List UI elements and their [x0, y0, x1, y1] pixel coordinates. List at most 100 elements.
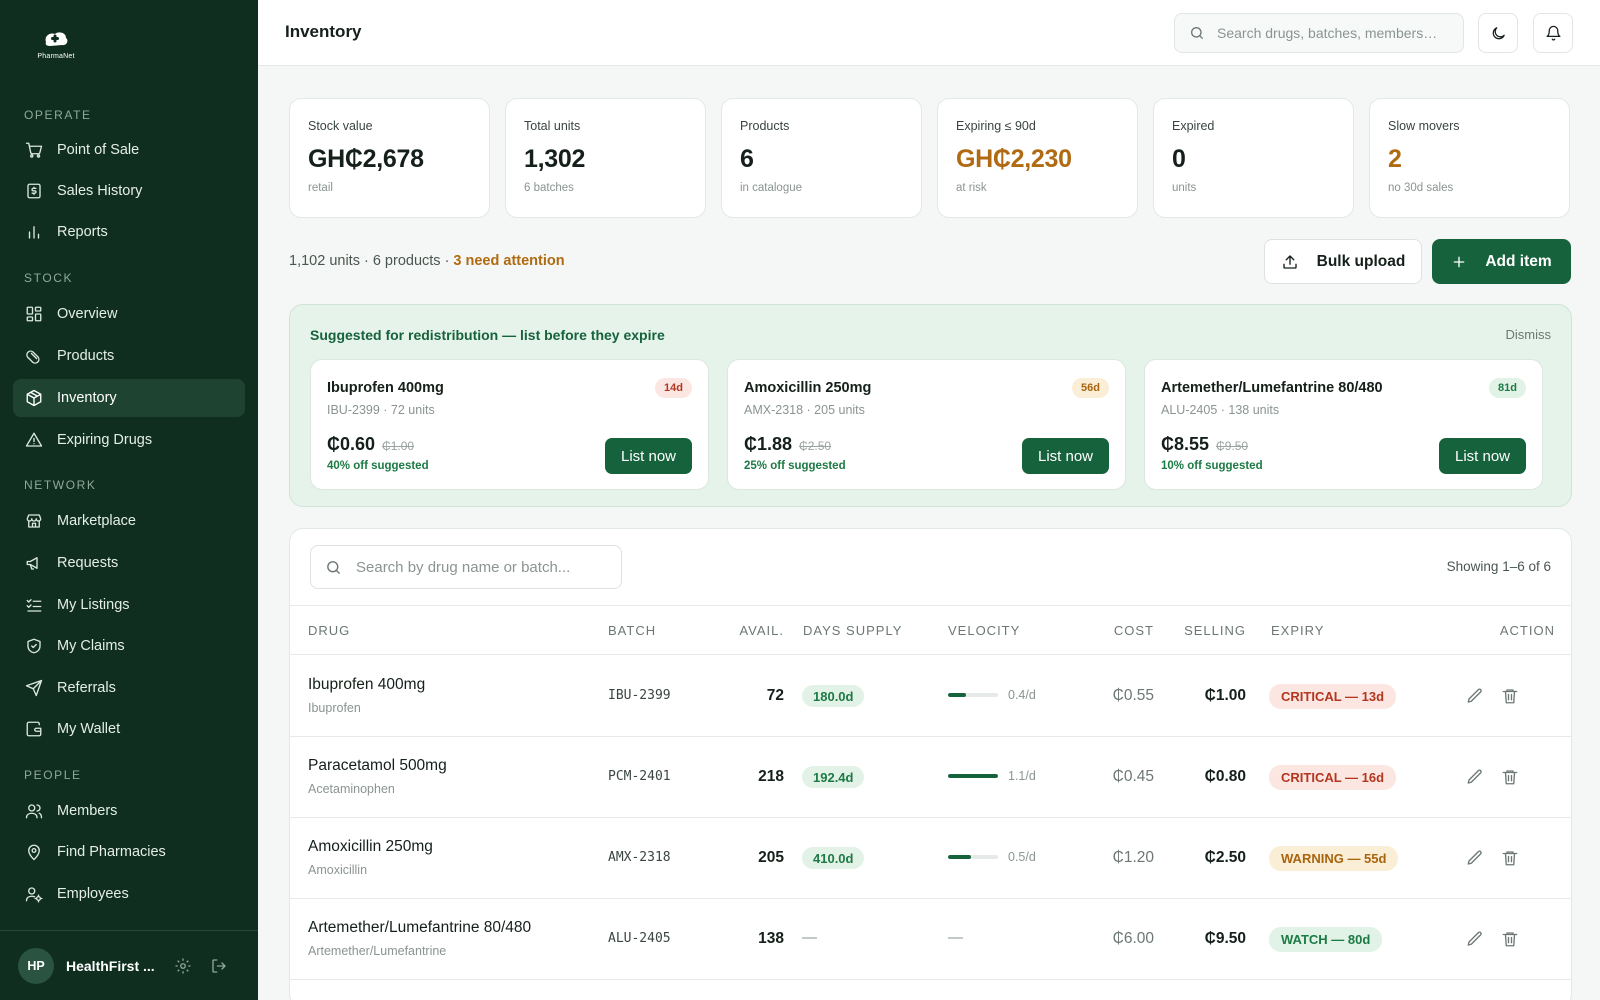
column-header-velocity[interactable]: VELOCITY — [948, 623, 1020, 638]
global-search[interactable] — [1174, 13, 1464, 53]
sidebar-item-expiring-drugs[interactable]: Expiring Drugs — [13, 421, 245, 459]
map-pin-icon — [28, 844, 40, 861]
sidebar-item-marketplace[interactable]: Marketplace — [13, 502, 245, 540]
available-units: 205 — [758, 849, 784, 866]
sidebar: PharmaNet OPERATE Point of Sale Sales Hi… — [0, 0, 258, 1000]
table-search-input[interactable] — [356, 558, 616, 576]
stat-label: Products — [740, 119, 790, 133]
stat-card-expired: Expired 0 units — [1153, 98, 1354, 218]
table-search[interactable] — [310, 545, 622, 589]
warning-icon — [25, 432, 43, 447]
batch-code: ALU-2405 — [608, 931, 671, 946]
pagination-info: Showing 1–6 of 6 — [1446, 559, 1551, 574]
stat-label: Slow movers — [1388, 119, 1460, 133]
sidebar-item-my-listings[interactable]: My Listings — [13, 586, 245, 624]
global-search-input[interactable] — [1217, 25, 1457, 41]
sidebar-item-label: Employees — [57, 886, 129, 902]
drug-generic-name: Acetaminophen — [308, 782, 395, 796]
sidebar-item-requests[interactable]: Requests — [13, 544, 245, 582]
delete-button[interactable] — [1501, 768, 1519, 786]
dismiss-button[interactable]: Dismiss — [1506, 327, 1552, 342]
list-now-button[interactable]: List now — [1439, 438, 1526, 474]
sidebar-item-members[interactable]: Members — [13, 792, 245, 830]
notifications-button[interactable] — [1533, 13, 1573, 53]
stat-label: Stock value — [308, 119, 373, 133]
column-header-expiry[interactable]: EXPIRY — [1271, 623, 1324, 638]
sidebar-item-label: My Wallet — [57, 721, 121, 737]
velocity-rate: 0.4/d — [1008, 688, 1036, 702]
list-now-button[interactable]: List now — [605, 438, 692, 474]
table-row[interactable]: Paracetamol 500mg Acetaminophen PCM-2401 21… — [290, 737, 1571, 818]
column-header-avail[interactable]: AVAIL. — [739, 623, 784, 638]
attention-count[interactable]: 3 need attention — [453, 253, 564, 269]
sidebar-item-employees[interactable]: Employees — [13, 875, 245, 913]
settings-button[interactable] — [174, 957, 192, 975]
table-header: DRUG BATCH AVAIL. DAYS SUPPLY VELOCITY C… — [290, 605, 1571, 655]
pencil-icon — [1467, 688, 1482, 703]
theme-toggle-button[interactable] — [1478, 13, 1518, 53]
bell-icon — [1545, 25, 1561, 41]
stat-sub: at risk — [956, 182, 987, 194]
stat-value: GH₵2,230 — [956, 145, 1072, 173]
edit-button[interactable] — [1466, 687, 1484, 705]
delete-button[interactable] — [1501, 930, 1519, 948]
sidebar-item-label: Find Pharmacies — [57, 844, 166, 860]
sidebar-item-point-of-sale[interactable]: Point of Sale — [13, 131, 245, 169]
discount-text: 25% off suggested — [744, 460, 846, 472]
drug-name: Paracetamol 500mg — [308, 757, 447, 774]
delete-button[interactable] — [1501, 849, 1519, 867]
avatar[interactable]: HP — [18, 947, 54, 984]
drug-generic-name: Ibuprofen — [308, 701, 361, 715]
cost-price: ₵1.20 — [1112, 849, 1154, 866]
sidebar-item-inventory[interactable]: Inventory — [13, 379, 245, 417]
column-header-drug[interactable]: DRUG — [308, 623, 350, 638]
stat-value: GH₵2,678 — [308, 145, 424, 173]
logo-icon — [45, 32, 68, 46]
sidebar-item-my-wallet[interactable]: My Wallet — [13, 710, 245, 748]
sidebar-item-label: Reports — [57, 224, 108, 240]
column-header-selling[interactable]: SELLING — [1184, 623, 1246, 638]
upload-icon — [1282, 254, 1297, 269]
megaphone-icon — [26, 557, 38, 570]
sidebar-item-reports[interactable]: Reports — [13, 213, 245, 251]
edit-button[interactable] — [1466, 768, 1484, 786]
velocity-empty: — — [948, 929, 963, 946]
sidebar-item-overview[interactable]: Overview — [13, 295, 245, 333]
column-header-days-supply[interactable]: DAYS SUPPLY — [803, 623, 902, 638]
available-units: 138 — [758, 930, 784, 947]
bulk-upload-button[interactable]: Bulk upload — [1264, 239, 1422, 284]
column-header-cost[interactable]: COST — [1114, 623, 1154, 638]
table-row[interactable]: Artemether/Lumefantrine 80/480 Artemether… — [290, 899, 1571, 980]
add-item-button[interactable]: Add item — [1432, 239, 1571, 284]
card-meta: ALU-2405 · 138 units — [1161, 403, 1280, 417]
suggested-price: ₵0.60 — [327, 434, 376, 454]
sidebar-item-sales-history[interactable]: Sales History — [13, 172, 245, 210]
edit-button[interactable] — [1466, 849, 1484, 867]
checklist-icon — [26, 599, 42, 612]
sidebar-item-my-claims[interactable]: My Claims — [13, 627, 245, 665]
delete-button[interactable] — [1501, 687, 1519, 705]
logout-button[interactable] — [210, 957, 228, 975]
trash-icon — [1502, 689, 1518, 704]
selling-price: ₵2.50 — [1204, 849, 1246, 866]
stat-value: 1,302 — [524, 145, 586, 173]
drug-generic-name: Artemether/Lumefantrine — [308, 944, 447, 958]
expiry-badge: CRITICAL — 16d — [1269, 765, 1397, 790]
list-now-button[interactable]: List now — [1022, 438, 1109, 474]
table-row[interactable]: Ibuprofen 400mg Ibuprofen IBU-2399 72 180.0d… — [290, 656, 1571, 737]
expiry-badge: WARNING — 55d — [1269, 846, 1399, 871]
table-row[interactable]: Amoxicillin 250mg Amoxicillin AMX-2318 205 4… — [290, 818, 1571, 899]
pharmanet-logo[interactable]: PharmaNet — [34, 28, 78, 64]
sidebar-item-label: Point of Sale — [57, 142, 140, 158]
edit-button[interactable] — [1466, 930, 1484, 948]
stat-label: Expired — [1172, 119, 1215, 133]
sidebar-item-referrals[interactable]: Referrals — [13, 669, 245, 707]
sidebar-item-products[interactable]: Products — [13, 337, 245, 375]
column-header-batch[interactable]: BATCH — [608, 623, 656, 638]
days-left-badge: 81d — [1489, 378, 1526, 398]
redistribution-panel: Suggested for redistribution — list befo… — [289, 304, 1572, 507]
inventory-summary: 1,102 units · 6 products · 3 need attent… — [289, 253, 565, 269]
sidebar-item-find-pharmacies[interactable]: Find Pharmacies — [13, 833, 245, 871]
org-name[interactable]: HealthFirst ... — [66, 958, 156, 974]
available-units: 72 — [766, 687, 784, 704]
